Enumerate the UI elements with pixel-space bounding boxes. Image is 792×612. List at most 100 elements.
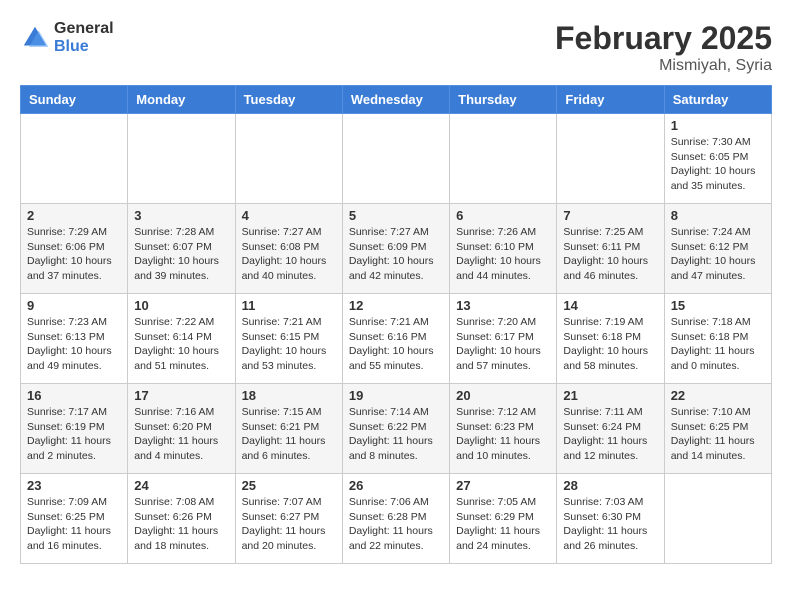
day-number: 24 [134, 478, 228, 493]
day-number: 25 [242, 478, 336, 493]
day-info: Sunrise: 7:03 AM Sunset: 6:30 PM Dayligh… [563, 495, 657, 554]
day-number: 4 [242, 208, 336, 223]
calendar-cell: 1 Sunrise: 7:30 AM Sunset: 6:05 PM Daylig… [664, 114, 771, 204]
calendar-cell [664, 474, 771, 564]
calendar-cell: 18 Sunrise: 7:15 AM Sunset: 6:21 PM Dayli… [235, 384, 342, 474]
calendar-cell [450, 114, 557, 204]
day-info: Sunrise: 7:21 AM Sunset: 6:15 PM Dayligh… [242, 315, 336, 374]
calendar-cell: 14 Sunrise: 7:19 AM Sunset: 6:18 PM Dayli… [557, 294, 664, 384]
day-info: Sunrise: 7:22 AM Sunset: 6:14 PM Dayligh… [134, 315, 228, 374]
day-info: Sunrise: 7:17 AM Sunset: 6:19 PM Dayligh… [27, 405, 121, 464]
calendar-cell: 7 Sunrise: 7:25 AM Sunset: 6:11 PM Daylig… [557, 204, 664, 294]
calendar-cell: 28 Sunrise: 7:03 AM Sunset: 6:30 PM Dayli… [557, 474, 664, 564]
day-info: Sunrise: 7:09 AM Sunset: 6:25 PM Dayligh… [27, 495, 121, 554]
day-info: Sunrise: 7:30 AM Sunset: 6:05 PM Dayligh… [671, 135, 765, 194]
day-number: 12 [349, 298, 443, 313]
logo-icon [20, 23, 50, 53]
calendar-cell: 24 Sunrise: 7:08 AM Sunset: 6:26 PM Dayli… [128, 474, 235, 564]
calendar-cell: 4 Sunrise: 7:27 AM Sunset: 6:08 PM Daylig… [235, 204, 342, 294]
calendar-cell: 5 Sunrise: 7:27 AM Sunset: 6:09 PM Daylig… [342, 204, 449, 294]
calendar-cell: 19Sunrise: 7:14 AM Sunset: 6:22 PM Dayli… [342, 384, 449, 474]
calendar-cell: 13 Sunrise: 7:20 AM Sunset: 6:17 PM Dayli… [450, 294, 557, 384]
logo: General Blue [20, 20, 114, 55]
calendar-cell: 25 Sunrise: 7:07 AM Sunset: 6:27 PM Dayli… [235, 474, 342, 564]
weekday-header-sunday: Sunday [21, 86, 128, 114]
calendar-cell: 21Sunrise: 7:11 AM Sunset: 6:24 PM Dayli… [557, 384, 664, 474]
day-number: 9 [27, 298, 121, 313]
day-info: Sunrise: 7:23 AM Sunset: 6:13 PM Dayligh… [27, 315, 121, 374]
calendar-cell: 15 Sunrise: 7:18 AM Sunset: 6:18 PM Dayli… [664, 294, 771, 384]
calendar-cell [235, 114, 342, 204]
calendar-cell: 10 Sunrise: 7:22 AM Sunset: 6:14 PM Dayli… [128, 294, 235, 384]
weekday-header-tuesday: Tuesday [235, 86, 342, 114]
day-number: 1 [671, 118, 765, 133]
calendar-cell: 17Sunrise: 7:16 AM Sunset: 6:20 PM Dayli… [128, 384, 235, 474]
calendar-cell: 27 Sunrise: 7:05 AM Sunset: 6:29 PM Dayli… [450, 474, 557, 564]
day-number: 27 [456, 478, 550, 493]
calendar-cell: 6Sunrise: 7:26 AM Sunset: 6:10 PM Daylig… [450, 204, 557, 294]
calendar-cell: 22 Sunrise: 7:10 AM Sunset: 6:25 PM Dayli… [664, 384, 771, 474]
day-info: Sunrise: 7:07 AM Sunset: 6:27 PM Dayligh… [242, 495, 336, 554]
day-number: 19 [349, 388, 443, 403]
day-number: 7 [563, 208, 657, 223]
calendar-cell [342, 114, 449, 204]
calendar-cell: 16 Sunrise: 7:17 AM Sunset: 6:19 PM Dayli… [21, 384, 128, 474]
day-number: 2 [27, 208, 121, 223]
calendar-cell [557, 114, 664, 204]
weekday-header-friday: Friday [557, 86, 664, 114]
day-number: 5 [349, 208, 443, 223]
weekday-header-thursday: Thursday [450, 86, 557, 114]
day-info: Sunrise: 7:28 AM Sunset: 6:07 PM Dayligh… [134, 225, 228, 284]
calendar-cell: 8Sunrise: 7:24 AM Sunset: 6:12 PM Daylig… [664, 204, 771, 294]
location: Mismiyah, Syria [555, 57, 772, 75]
page-header: General Blue February 2025 Mismiyah, Syr… [20, 20, 772, 75]
day-number: 22 [671, 388, 765, 403]
day-number: 16 [27, 388, 121, 403]
day-info: Sunrise: 7:20 AM Sunset: 6:17 PM Dayligh… [456, 315, 550, 374]
day-number: 28 [563, 478, 657, 493]
calendar-week-5: 23Sunrise: 7:09 AM Sunset: 6:25 PM Dayli… [21, 474, 772, 564]
calendar-table: SundayMondayTuesdayWednesdayThursdayFrid… [20, 85, 772, 564]
calendar-cell: 12Sunrise: 7:21 AM Sunset: 6:16 PM Dayli… [342, 294, 449, 384]
calendar-week-2: 2Sunrise: 7:29 AM Sunset: 6:06 PM Daylig… [21, 204, 772, 294]
calendar-cell: 23Sunrise: 7:09 AM Sunset: 6:25 PM Dayli… [21, 474, 128, 564]
logo-general-text: General [54, 20, 114, 38]
calendar-cell: 3Sunrise: 7:28 AM Sunset: 6:07 PM Daylig… [128, 204, 235, 294]
day-info: Sunrise: 7:19 AM Sunset: 6:18 PM Dayligh… [563, 315, 657, 374]
day-number: 15 [671, 298, 765, 313]
day-number: 6 [456, 208, 550, 223]
day-info: Sunrise: 7:12 AM Sunset: 6:23 PM Dayligh… [456, 405, 550, 464]
day-info: Sunrise: 7:08 AM Sunset: 6:26 PM Dayligh… [134, 495, 228, 554]
calendar-header-row: SundayMondayTuesdayWednesdayThursdayFrid… [21, 86, 772, 114]
day-number: 10 [134, 298, 228, 313]
calendar-week-1: 1 Sunrise: 7:30 AM Sunset: 6:05 PM Daylig… [21, 114, 772, 204]
calendar-cell: 26Sunrise: 7:06 AM Sunset: 6:28 PM Dayli… [342, 474, 449, 564]
day-info: Sunrise: 7:25 AM Sunset: 6:11 PM Dayligh… [563, 225, 657, 284]
weekday-header-monday: Monday [128, 86, 235, 114]
day-info: Sunrise: 7:27 AM Sunset: 6:09 PM Dayligh… [349, 225, 443, 284]
day-number: 11 [242, 298, 336, 313]
day-info: Sunrise: 7:06 AM Sunset: 6:28 PM Dayligh… [349, 495, 443, 554]
calendar-cell: 9 Sunrise: 7:23 AM Sunset: 6:13 PM Daylig… [21, 294, 128, 384]
day-number: 20 [456, 388, 550, 403]
month-title: February 2025 [555, 20, 772, 57]
day-info: Sunrise: 7:11 AM Sunset: 6:24 PM Dayligh… [563, 405, 657, 464]
day-number: 14 [563, 298, 657, 313]
weekday-header-saturday: Saturday [664, 86, 771, 114]
calendar-cell [21, 114, 128, 204]
calendar-week-3: 9 Sunrise: 7:23 AM Sunset: 6:13 PM Daylig… [21, 294, 772, 384]
calendar-cell [128, 114, 235, 204]
day-info: Sunrise: 7:15 AM Sunset: 6:21 PM Dayligh… [242, 405, 336, 464]
day-info: Sunrise: 7:05 AM Sunset: 6:29 PM Dayligh… [456, 495, 550, 554]
day-number: 13 [456, 298, 550, 313]
day-info: Sunrise: 7:10 AM Sunset: 6:25 PM Dayligh… [671, 405, 765, 464]
day-number: 18 [242, 388, 336, 403]
day-number: 8 [671, 208, 765, 223]
calendar-cell: 2Sunrise: 7:29 AM Sunset: 6:06 PM Daylig… [21, 204, 128, 294]
title-block: February 2025 Mismiyah, Syria [555, 20, 772, 75]
calendar-cell: 11 Sunrise: 7:21 AM Sunset: 6:15 PM Dayli… [235, 294, 342, 384]
day-info: Sunrise: 7:18 AM Sunset: 6:18 PM Dayligh… [671, 315, 765, 374]
day-info: Sunrise: 7:27 AM Sunset: 6:08 PM Dayligh… [242, 225, 336, 284]
logo-blue-text: Blue [54, 38, 114, 56]
calendar-cell: 20 Sunrise: 7:12 AM Sunset: 6:23 PM Dayli… [450, 384, 557, 474]
